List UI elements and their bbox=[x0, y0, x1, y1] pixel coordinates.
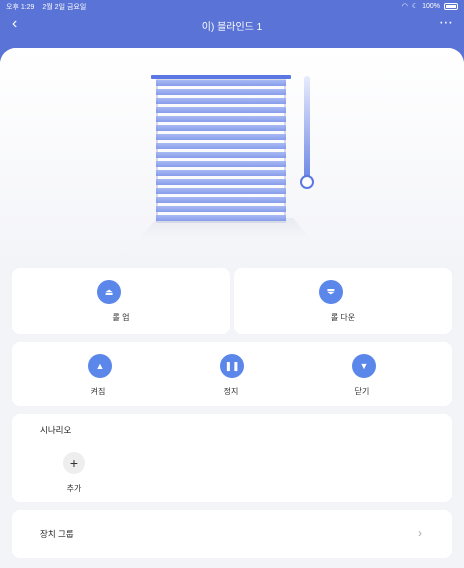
device-group-label: 장치 그룹 bbox=[40, 529, 74, 539]
close-button[interactable]: ▼ 닫기 bbox=[322, 342, 402, 406]
stop-button[interactable]: ❚❚ 정지 bbox=[191, 342, 271, 406]
blind-slat bbox=[156, 152, 286, 158]
blind-slat bbox=[156, 125, 286, 131]
action-row: ▲ 켜짐 ❚❚ 정지 ▼ 닫기 bbox=[12, 342, 452, 406]
nav-bar: ‹ 이) 블라인드 1 ⋯ bbox=[0, 12, 464, 38]
blind-slat bbox=[156, 215, 286, 221]
moon-icon: ☾ bbox=[411, 3, 419, 10]
blind-slat bbox=[156, 107, 286, 113]
add-scenario-label: 추가 bbox=[66, 484, 82, 493]
blind-slat bbox=[156, 89, 286, 95]
blind-slat bbox=[156, 80, 286, 86]
roll-up-icon: ⏏ bbox=[97, 280, 121, 304]
more-options-icon[interactable]: ⋯ bbox=[439, 14, 454, 31]
blind-slat bbox=[156, 197, 286, 203]
stop-label: 정지 bbox=[223, 387, 239, 396]
roll-down-icon: ⏏ bbox=[319, 280, 343, 304]
scenario-title: 시나리오 bbox=[40, 425, 72, 435]
blind-slat bbox=[156, 134, 286, 140]
status-time: 오후 1:29 bbox=[6, 4, 35, 11]
add-scenario-button[interactable]: + bbox=[63, 452, 85, 474]
blind-slat bbox=[156, 206, 286, 212]
pause-icon: ❚❚ bbox=[220, 354, 244, 378]
battery-icon bbox=[444, 2, 458, 10]
roll-up-button[interactable]: ⏏ 롤 업 bbox=[12, 268, 230, 334]
blind-slat bbox=[156, 98, 286, 104]
open-button[interactable]: ▲ 켜짐 bbox=[58, 342, 138, 406]
roll-up-label: 롤 업 bbox=[112, 313, 130, 322]
blind-position-slider[interactable] bbox=[304, 76, 310, 182]
blind-slat bbox=[156, 170, 286, 176]
device-group-row[interactable]: 장치 그룹 › bbox=[12, 510, 452, 558]
roll-down-button[interactable]: ⏏ 롤 다운 bbox=[234, 268, 452, 334]
open-label: 켜짐 bbox=[90, 387, 106, 396]
wifi-icon: ◠ bbox=[401, 3, 408, 10]
chevron-right-icon: › bbox=[418, 526, 422, 540]
status-date: 2월 2일 금요일 bbox=[42, 4, 87, 11]
page-title: 이) 블라인드 1 bbox=[201, 22, 263, 33]
down-triangle-icon: ▼ bbox=[352, 354, 376, 378]
close-label: 닫기 bbox=[354, 387, 370, 396]
blind-slats bbox=[156, 80, 286, 235]
blind-slat bbox=[156, 116, 286, 122]
blind-slat bbox=[156, 179, 286, 185]
blind-head-rail bbox=[151, 75, 291, 79]
scenario-card: 시나리오 + 추가 bbox=[12, 414, 452, 502]
content-sheet: ⏏ 롤 업 ⏏ 롤 다운 ▲ 켜짐 ❚❚ 정지 ▼ 닫기 시나리오 + 추가 장… bbox=[0, 48, 464, 568]
blind-slat bbox=[156, 161, 286, 167]
status-bar: 오후 1:29 2월 2일 금요일 ◠ ☾ 100% bbox=[0, 0, 464, 12]
blind-slat bbox=[156, 143, 286, 149]
roll-down-label: 롤 다운 bbox=[330, 313, 356, 322]
slider-handle[interactable] bbox=[300, 175, 314, 189]
blind-slat bbox=[156, 188, 286, 194]
battery-percent: 100% bbox=[422, 2, 440, 10]
up-triangle-icon: ▲ bbox=[88, 354, 112, 378]
